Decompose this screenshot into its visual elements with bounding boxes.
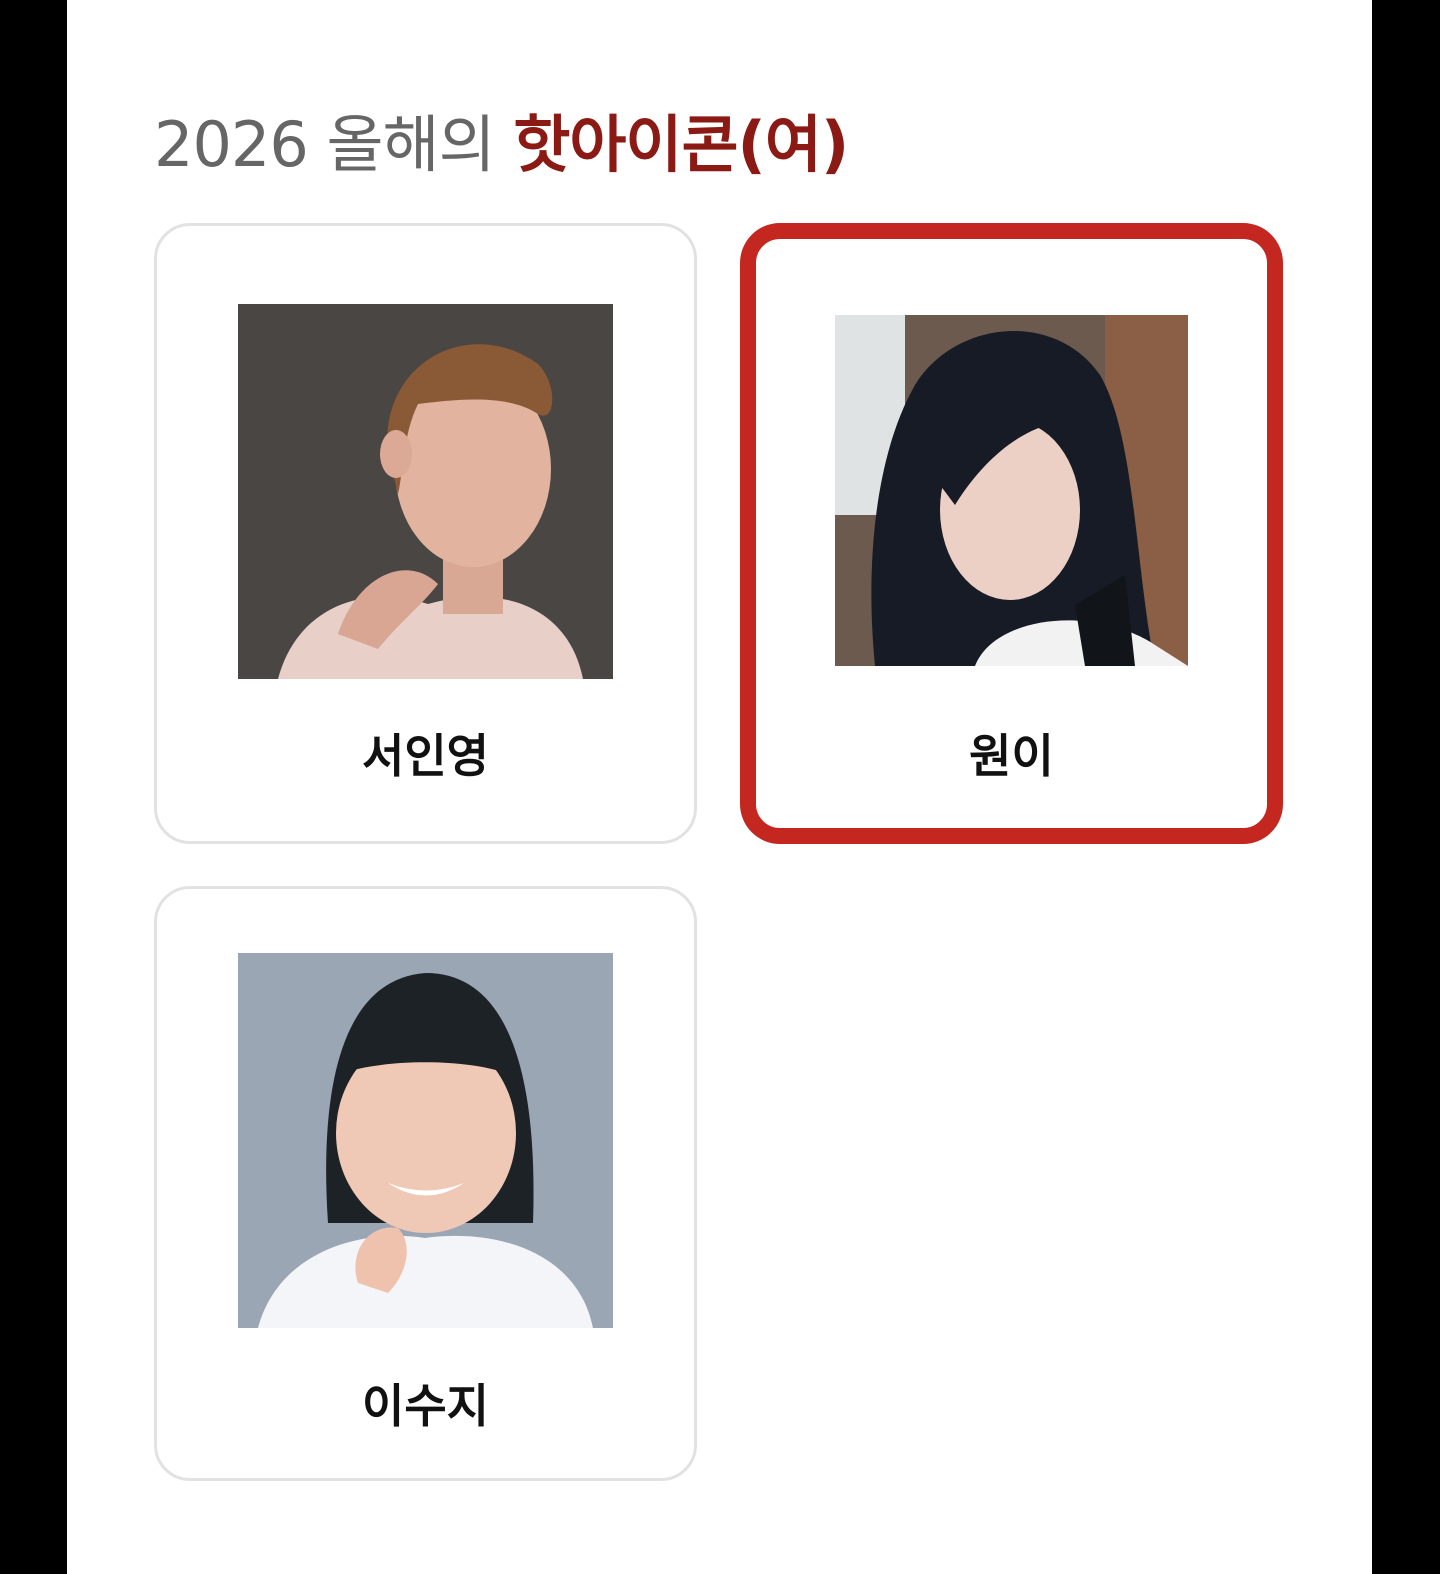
- candidate-photo: [835, 315, 1188, 666]
- portrait-image: [835, 315, 1188, 666]
- candidate-card[interactable]: 이수지: [154, 886, 697, 1481]
- candidate-name: 서인영: [362, 729, 489, 783]
- candidate-name: 이수지: [362, 1379, 489, 1433]
- title-prefix: 2026 올해의: [154, 108, 514, 181]
- portrait-image: [238, 953, 613, 1328]
- portrait-image: [238, 304, 613, 679]
- candidate-photo: [238, 953, 613, 1328]
- candidate-photo: [238, 304, 613, 679]
- candidate-card[interactable]: 서인영: [154, 223, 697, 844]
- title-highlight: 핫아이콘(여): [513, 108, 849, 181]
- section-title: 2026 올해의 핫아이콘(여): [154, 100, 849, 190]
- candidate-card-selected[interactable]: 원이: [740, 223, 1283, 844]
- candidate-name: 원이: [969, 729, 1054, 783]
